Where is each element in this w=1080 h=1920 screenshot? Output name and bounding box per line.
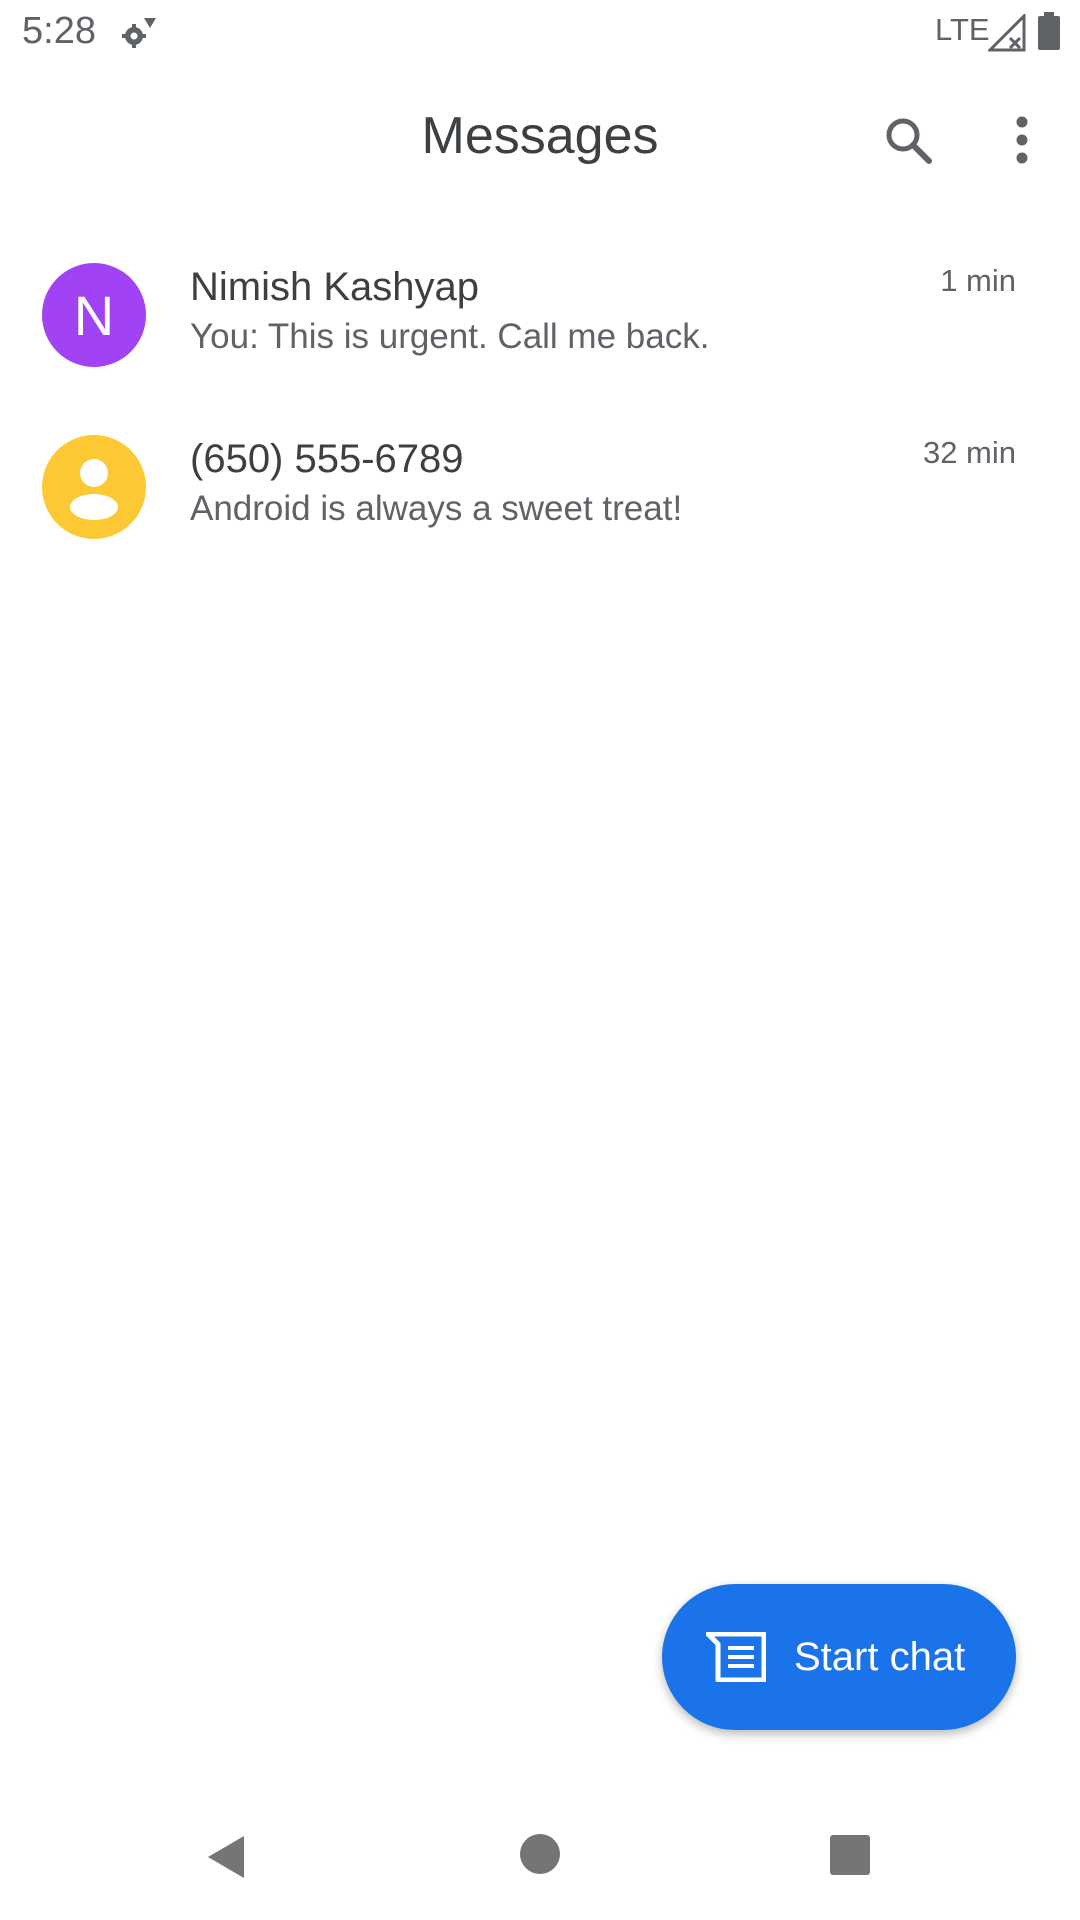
avatar	[42, 435, 146, 539]
conversation-time: 1 min	[940, 263, 1016, 298]
conversation-item[interactable]: N Nimish Kashyap You: This is urgent. Ca…	[0, 235, 1080, 407]
conversation-snippet: You: This is urgent. Call me back.	[190, 317, 710, 356]
more-vert-icon	[1016, 116, 1028, 164]
conversation-name: (650) 555-6789	[190, 437, 464, 481]
search-icon	[886, 118, 932, 164]
conversation-time: 32 min	[922, 435, 1016, 470]
message-icon	[706, 1632, 766, 1682]
app-bar: Messages	[0, 62, 1080, 212]
search-button[interactable]	[876, 108, 940, 172]
home-icon[interactable]	[520, 1834, 560, 1874]
conversation-snippet: Android is always a sweet treat!	[190, 489, 683, 528]
avatar: N	[42, 263, 146, 367]
start-chat-label: Start chat	[794, 1634, 966, 1679]
recents-icon[interactable]	[830, 1835, 870, 1875]
more-options-button[interactable]	[990, 108, 1054, 172]
gear-icon	[122, 18, 156, 48]
back-icon[interactable]	[200, 1832, 250, 1882]
avatar-letter: N	[73, 283, 115, 347]
start-chat-button[interactable]: Start chat	[662, 1584, 1016, 1730]
navigation-bar	[0, 1800, 1080, 1920]
conversation-name: Nimish Kashyap	[190, 265, 480, 309]
conversation-list: N Nimish Kashyap You: This is urgent. Ca…	[0, 235, 1080, 579]
status-bar: 5:28 LTE	[0, 0, 1080, 62]
person-icon	[70, 459, 118, 520]
battery-icon	[1038, 12, 1060, 50]
network-type-label: LTE	[935, 12, 990, 47]
signal-icon	[988, 14, 1026, 52]
conversation-item[interactable]: (650) 555-6789 Android is always a sweet…	[0, 407, 1080, 579]
status-time: 5:28	[22, 10, 96, 52]
